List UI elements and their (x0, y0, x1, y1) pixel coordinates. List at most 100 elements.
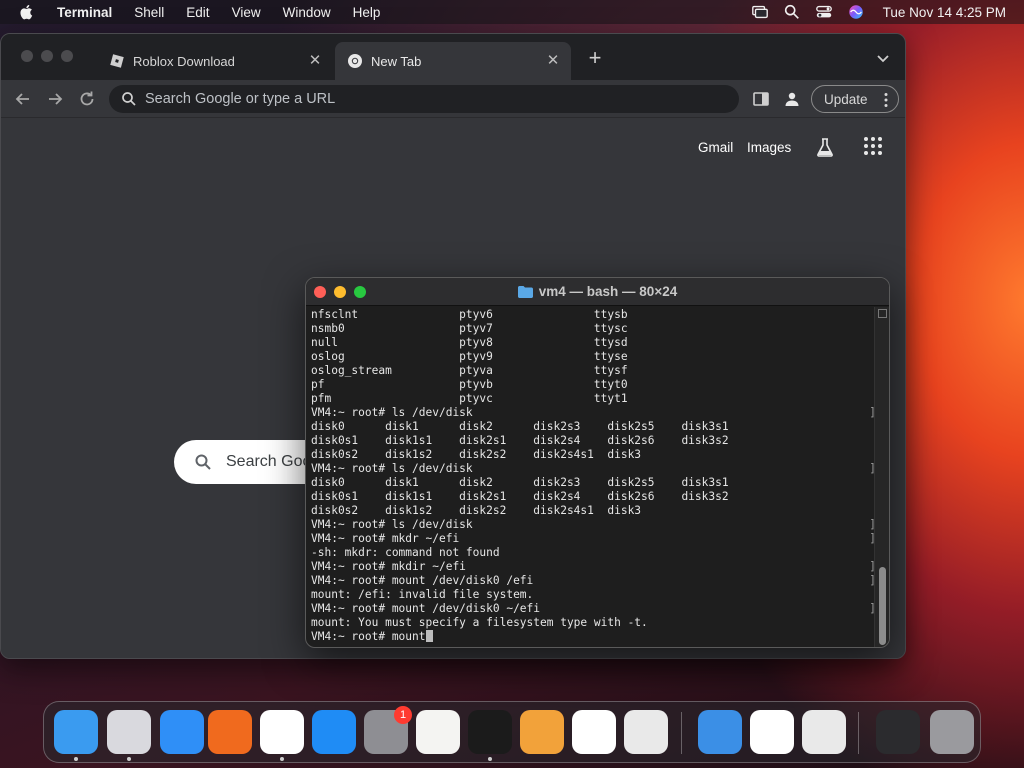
gmail-link[interactable]: Gmail (698, 140, 733, 155)
terminal-title-bar[interactable]: vm4 — bash — 80×24 (306, 278, 889, 306)
dock-terminal-icon[interactable] (468, 710, 512, 754)
terminal-line-text: nsmb0 ptyv7 ttysc (311, 322, 628, 335)
apple-menu-icon[interactable] (18, 3, 36, 21)
dock-launchpad-icon[interactable] (107, 710, 151, 754)
dock-app-store-icon[interactable] (312, 710, 356, 754)
reload-icon[interactable] (77, 89, 97, 109)
terminal-line: nsmb0 ptyv7 ttysc (311, 322, 876, 336)
notification-badge: 1 (394, 706, 412, 724)
spotlight-search-icon[interactable] (783, 3, 801, 21)
terminal-cursor (425, 630, 433, 642)
update-button[interactable]: Update (811, 85, 899, 113)
menu-edit[interactable]: Edit (175, 5, 220, 20)
running-indicator (280, 757, 284, 761)
search-icon (122, 92, 136, 106)
terminal-line-text: disk0s2 disk1s2 disk2s2 disk2s4s1 disk3 (311, 448, 642, 461)
dock-textedit-icon[interactable] (416, 710, 460, 754)
close-tab-icon[interactable]: ✕ (307, 53, 323, 69)
terminal-scrollbar[interactable] (874, 307, 889, 647)
scrollbar-thumb[interactable] (879, 567, 886, 645)
terminal-line: VM4:~ root# mkdir ~/efi] (311, 560, 876, 574)
dock-finder-icon[interactable] (54, 710, 98, 754)
terminal-line: oslog_stream ptyva ttysf (311, 364, 876, 378)
menu-window[interactable]: Window (272, 5, 342, 20)
dock-system-settings-icon[interactable]: 1 (364, 706, 412, 754)
update-label: Update (824, 91, 868, 107)
terminal-window: vm4 — bash — 80×24 nfsclnt ptyv6 ttysb ns… (305, 277, 890, 648)
dock-trash-icon[interactable] (930, 710, 974, 754)
terminal-line: VM4:~ root# mount /dev/disk0 /efi] (311, 574, 876, 588)
terminal-line: VM4:~ root# ls /dev/disk] (311, 518, 876, 532)
scrollbar-top-button[interactable] (878, 309, 887, 318)
address-bar-placeholder: Search Google or type a URL (145, 91, 336, 107)
terminal-line-text: VM4:~ root# mkdir ~/efi (311, 560, 466, 573)
terminal-line: VM4:~ root# mount /dev/disk0 ~/efi] (311, 602, 876, 616)
dock-separator (858, 712, 859, 754)
terminal-minimize-button[interactable] (334, 286, 346, 298)
minimize-window-button[interactable] (41, 50, 53, 62)
screen-mirroring-icon[interactable] (751, 3, 769, 21)
terminal-line-text: disk0s2 disk1s2 disk2s2 disk2s4s1 disk3 (311, 504, 642, 517)
dock-chrome-icon[interactable] (260, 710, 304, 754)
menu-shell[interactable]: Shell (123, 5, 175, 20)
menu-app-name[interactable]: Terminal (46, 5, 123, 20)
dock-photos-icon[interactable] (750, 710, 794, 754)
close-window-button[interactable] (21, 50, 33, 62)
address-bar[interactable]: Search Google or type a URL (109, 85, 739, 113)
terminal-line-text: VM4:~ root# ls /dev/disk (311, 406, 473, 419)
menu-extras: Tue Nov 14 4:25 PM (751, 0, 1006, 24)
terminal-line-text: VM4:~ root# mount /dev/disk0 /efi (311, 574, 534, 587)
labs-flask-icon[interactable] (814, 136, 836, 158)
close-tab-icon[interactable]: ✕ (545, 53, 561, 69)
tab-roblox-download[interactable]: Roblox Download ✕ (97, 42, 333, 80)
tab-new-tab[interactable]: New Tab ✕ (335, 42, 571, 80)
terminal-line-text: nfsclnt ptyv6 ttysb (311, 308, 628, 321)
tab-title: Roblox Download (133, 53, 235, 69)
side-panel-icon[interactable] (752, 90, 770, 108)
folder-icon (517, 285, 533, 298)
terminal-line: VM4:~ root# mount (311, 630, 876, 644)
dock-window-thumbnail-icon[interactable] (876, 710, 920, 754)
back-arrow-icon[interactable] (13, 89, 33, 109)
tab-search-chevron-icon[interactable] (875, 50, 891, 66)
terminal-line: oslog ptyv9 ttyse (311, 350, 876, 364)
menu-bar: Terminal Shell Edit View Window Help Tue… (0, 0, 1024, 24)
google-search-placeholder: Search Goo (226, 453, 312, 470)
terminal-line: VM4:~ root# mkdr ~/efi] (311, 532, 876, 546)
dock-roblox-studio-icon[interactable] (802, 710, 846, 754)
dock-vscode-icon[interactable] (572, 710, 616, 754)
terminal-line-text: disk0s1 disk1s1 disk2s1 disk2s4 disk2s6 … (311, 490, 729, 503)
siri-icon[interactable] (847, 3, 865, 21)
dock-separator (681, 712, 682, 754)
forward-arrow-icon[interactable] (45, 89, 65, 109)
search-icon (195, 454, 211, 470)
terminal-line-text: mount: /efi: invalid file system. (311, 588, 534, 601)
terminal-line-text: disk0 disk1 disk2 disk2s3 disk2s5 disk3s… (311, 420, 729, 433)
running-indicator (488, 757, 492, 761)
dock-garageband-icon[interactable] (520, 710, 564, 754)
new-tab-button[interactable]: + (585, 47, 605, 69)
control-center-icon[interactable] (815, 3, 833, 21)
dock-firefox-icon[interactable] (208, 710, 252, 754)
more-vertical-icon[interactable] (884, 92, 888, 108)
tab-strip: Roblox Download ✕ New Tab ✕ + (1, 34, 905, 80)
terminal-close-button[interactable] (314, 286, 326, 298)
terminal-output[interactable]: nfsclnt ptyv6 ttysb nsmb0 ptyv7 ttysc null… (306, 307, 876, 647)
dock-roblox-icon[interactable] (624, 710, 668, 754)
profile-avatar-icon[interactable] (783, 90, 801, 108)
menu-help[interactable]: Help (342, 5, 392, 20)
dock-weather-icon[interactable] (698, 710, 742, 754)
terminal-line: disk0 disk1 disk2 disk2s3 disk2s5 disk3s… (311, 420, 876, 434)
terminal-line-text: disk0 disk1 disk2 disk2s3 disk2s5 disk3s… (311, 476, 729, 489)
images-link[interactable]: Images (747, 140, 791, 155)
terminal-zoom-button[interactable] (354, 286, 366, 298)
dock-safari-icon[interactable] (160, 710, 204, 754)
terminal-line-text: oslog_stream ptyva ttysf (311, 364, 628, 377)
terminal-line-text: VM4:~ root# ls /dev/disk (311, 518, 473, 531)
terminal-line-text: VM4:~ root# mount /dev/disk0 ~/efi (311, 602, 541, 615)
google-apps-grid-icon[interactable] (863, 136, 883, 156)
menu-clock[interactable]: Tue Nov 14 4:25 PM (883, 5, 1006, 20)
zoom-window-button[interactable] (61, 50, 73, 62)
menu-view[interactable]: View (221, 5, 272, 20)
window-controls (21, 50, 73, 62)
